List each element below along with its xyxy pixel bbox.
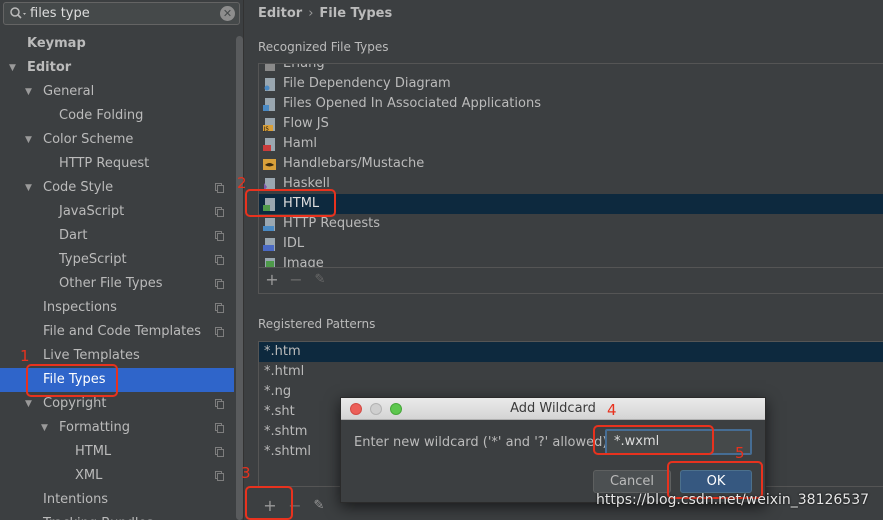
project-copy-icon [215,327,224,337]
recognized-file-types-title: Recognized File Types [258,40,389,54]
remove-file-type-button[interactable]: − [287,271,305,289]
search-field[interactable]: files type ✕ [3,2,240,25]
recognized-file-types-list[interactable]: Erlang File Dependency Diagram Files Ope… [258,63,883,268]
annotation-number-4: 4 [607,401,617,419]
js-file-icon: JS [263,118,275,133]
project-copy-icon [215,303,224,313]
tree-item-general[interactable]: ▼ General [0,80,234,104]
list-item-html[interactable]: HTML [259,194,883,214]
expand-arrow-icon[interactable]: ▼ [41,416,53,440]
tree-item-color-scheme[interactable]: ▼ Color Scheme [0,128,234,152]
annotation-number-5: 5 [735,444,745,462]
pattern-item[interactable]: *.html [259,362,883,382]
tree-item-http-request[interactable]: HTTP Request [0,152,234,176]
dialog-titlebar[interactable]: Add Wildcard [341,398,765,420]
annotation-box-add-button [245,486,293,520]
erlang-file-icon [265,64,275,71]
tree-item-keymap[interactable]: Keymap [0,32,234,56]
expand-arrow-icon[interactable]: ▼ [25,176,37,200]
project-copy-icon [215,207,224,217]
file-types-toolbar: + − ✎ [258,268,883,294]
project-copy-icon [215,279,224,289]
wildcard-prompt-label: Enter new wildcard ('*' and '?' allowed) [354,435,608,450]
list-item-flow-js[interactable]: JS Flow JS [259,114,883,134]
tree-item-other-file-types[interactable]: Other File Types [0,272,234,296]
annotation-number-3: 3 [241,464,251,482]
http-api-file-icon [263,218,275,231]
list-item-http-requests[interactable]: HTTP Requests [259,214,883,234]
tree-item-typescript[interactable]: TypeScript [0,248,234,272]
annotation-number-1: 1 [20,347,30,365]
list-item-erlang[interactable]: Erlang [259,64,883,74]
clear-icon[interactable]: ✕ [220,6,235,21]
edit-pattern-button[interactable]: ✎ [310,497,328,515]
annotation-box-html [245,189,336,217]
tree-item-code-folding[interactable]: Code Folding [0,104,234,128]
list-item-handlebars-mustache[interactable]: Handlebars/Mustache [259,154,883,174]
list-item-haskell[interactable]: Haskell [259,174,883,194]
project-copy-icon [215,183,224,193]
tree-item-code-style[interactable]: ▼ Code Style [0,176,234,200]
handlebars-file-icon [263,159,276,170]
tree-item-editor[interactable]: ▼ Editor [0,56,234,80]
tree-item-dart[interactable]: Dart [0,224,234,248]
tree-item-formatting-xml[interactable]: XML [0,464,234,488]
tree-item-formatting-html[interactable]: HTML [0,440,234,464]
expand-arrow-icon[interactable]: ▼ [25,128,37,152]
tree-item-formatting[interactable]: ▼ Formatting [0,416,234,440]
edit-file-type-button[interactable]: ✎ [311,271,329,289]
diagram-file-icon [264,78,275,91]
external-file-icon [263,98,275,111]
breadcrumb-current: File Types [319,6,393,21]
scrollbar-thumb[interactable] [236,36,243,520]
add-file-type-button[interactable]: + [263,271,281,289]
breadcrumb: Editor › File Types [258,6,392,21]
project-copy-icon [215,399,224,409]
expand-arrow-icon[interactable]: ▼ [9,56,21,80]
idl-file-icon [263,238,275,251]
annotation-box-wildcard-input [593,425,714,455]
sidebar-scrollbar[interactable] [236,34,243,520]
list-item-idl[interactable]: IDL [259,234,883,254]
list-item-files-opened-in-associated-applications[interactable]: Files Opened In Associated Applications [259,94,883,114]
tree-item-inspections[interactable]: Inspections [0,296,234,320]
watermark: https://blog.csdn.net/weixin_38126537 [596,492,870,508]
tree-item-tracking-bundles[interactable]: Tracking Bundles [0,512,234,520]
tree-item-javascript[interactable]: JavaScript [0,200,234,224]
expand-arrow-icon[interactable]: ▼ [25,80,37,104]
annotation-number-2: 2 [237,174,247,192]
list-item-file-dependency-diagram[interactable]: File Dependency Diagram [259,74,883,94]
tree-item-intentions[interactable]: Intentions [0,488,234,512]
svg-text:JS: JS [263,127,269,133]
tree-item-file-and-code-templates[interactable]: File and Code Templates [0,320,234,344]
list-item-haml[interactable]: Haml [259,134,883,154]
breadcrumb-parent[interactable]: Editor [258,6,302,21]
dialog-title: Add Wildcard [510,401,596,416]
cancel-button[interactable]: Cancel [593,470,671,493]
pattern-item[interactable]: *.htm [259,342,883,362]
image-file-icon [265,258,275,267]
annotation-box-file-types [26,364,118,397]
search-icon[interactable] [9,6,29,22]
project-copy-icon [215,447,224,457]
project-copy-icon [215,255,224,265]
search-input[interactable]: files type [30,6,90,21]
breadcrumb-separator: › [308,6,314,21]
haml-file-icon [263,138,275,151]
registered-patterns-title: Registered Patterns [258,317,376,331]
project-copy-icon [215,231,224,241]
project-copy-icon [215,471,224,481]
project-copy-icon [215,423,224,433]
list-item-image[interactable]: Image [259,254,883,267]
settings-sidebar: files type ✕ Keymap ▼ Editor ▼ General C… [0,0,244,520]
